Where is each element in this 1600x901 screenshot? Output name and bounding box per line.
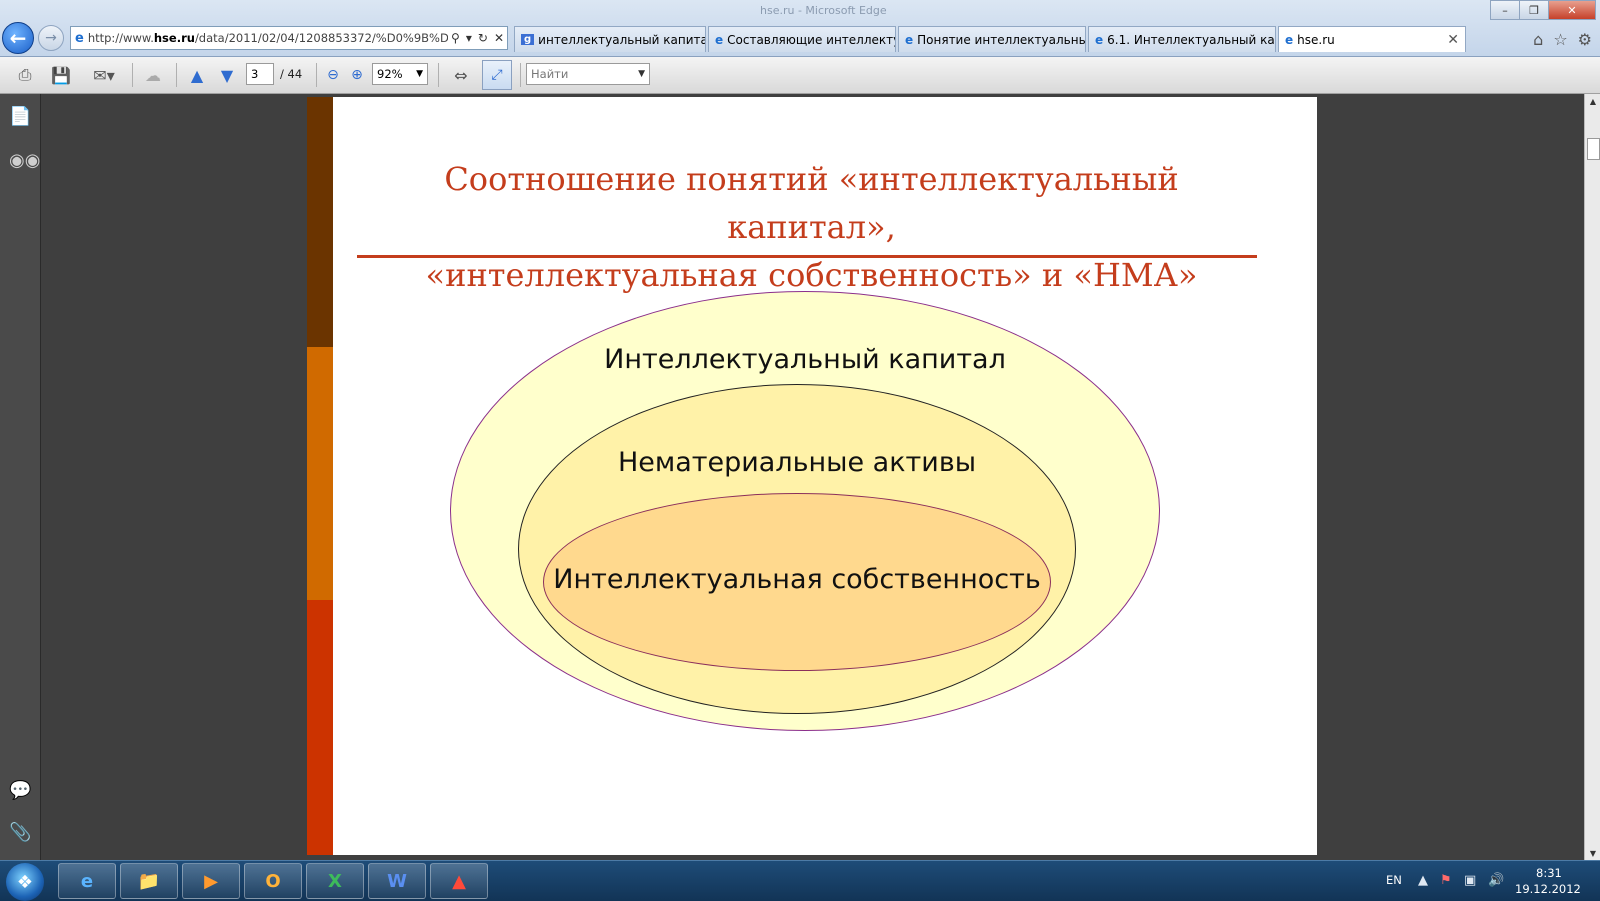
tab-components[interactable]: e Составляющие интеллектуа...	[708, 26, 896, 52]
network-icon[interactable]: ▣	[1464, 873, 1476, 888]
binoculars-icon[interactable]: ◉◉	[9, 150, 40, 171]
clock-time[interactable]: 8:31	[1536, 866, 1562, 880]
search-icon[interactable]: ⚲	[448, 31, 463, 45]
refresh-icon[interactable]: ↻	[475, 31, 491, 45]
separator	[132, 63, 133, 87]
band-bottom	[307, 600, 333, 855]
middle-ellipse-label: Нематериальные активы	[617, 447, 977, 478]
media-player-taskbar-button[interactable]: ▶	[182, 863, 240, 899]
separator	[438, 63, 439, 87]
tab-hse[interactable]: e hse.ru ✕	[1278, 26, 1466, 52]
excel-taskbar-button[interactable]: X	[306, 863, 364, 899]
browser-right-icons: ⌂ ☆ ⚙	[1533, 30, 1592, 49]
close-window-button[interactable]: ✕	[1548, 0, 1596, 20]
language-indicator[interactable]: EN	[1386, 873, 1402, 887]
flag-icon[interactable]: ⚑	[1440, 873, 1452, 888]
attachment-icon[interactable]: 📎	[9, 822, 31, 843]
chevron-down-icon[interactable]: ▼	[638, 69, 645, 79]
ie-taskbar-button[interactable]: e	[58, 863, 116, 899]
explorer-taskbar-button[interactable]: 📁	[120, 863, 178, 899]
show-hidden-icons[interactable]: ▲	[1418, 873, 1428, 888]
star-icon[interactable]: ☆	[1553, 30, 1567, 49]
inner-ellipse: Интеллектуальная собственность	[543, 493, 1051, 671]
ie-icon: e	[715, 32, 724, 47]
page-total: / 44	[280, 67, 303, 81]
separator	[176, 63, 177, 87]
ie-icon: e	[75, 30, 84, 46]
comments-icon[interactable]: 💬	[9, 780, 31, 801]
zoom-select[interactable]: 92% ▼	[372, 63, 428, 85]
page-number-input[interactable]: 3	[246, 63, 274, 85]
band-middle	[307, 347, 333, 600]
save-icon[interactable]: 💾	[48, 63, 74, 87]
vertical-scrollbar[interactable]: ▲ ▼	[1584, 94, 1600, 860]
word-taskbar-button[interactable]: W	[368, 863, 426, 899]
scroll-up-icon[interactable]: ▲	[1585, 94, 1600, 108]
tab-6-1[interactable]: e 6.1. Интеллектуальный капи...	[1088, 26, 1276, 52]
outer-ellipse-label: Интеллектуальный капитал	[604, 344, 1006, 375]
restore-button[interactable]: ❐	[1519, 0, 1549, 20]
gear-icon[interactable]: ⚙	[1578, 30, 1592, 49]
find-input[interactable]: Найти ▼	[526, 63, 650, 85]
scroll-down-icon[interactable]: ▼	[1585, 846, 1600, 860]
ie-icon: e	[1095, 32, 1104, 47]
tab-strip: g интеллектуальный капитал ... e Составл…	[514, 26, 1468, 54]
address-bar[interactable]: e http://www.hse.ru/data/2011/02/04/1208…	[70, 26, 508, 50]
home-icon[interactable]: ⌂	[1533, 30, 1543, 49]
prev-page-icon[interactable]: ▲	[184, 63, 210, 87]
outlook-taskbar-button[interactable]: O	[244, 863, 302, 899]
pages-icon[interactable]: 📄	[9, 106, 31, 127]
pdf-toolbar: ⎙ 💾 ✉▾ ☁ ▲ ▼ 3 / 44 ⊖ ⊕ 92% ▼ ⇔ ⤢ Найти ▼	[0, 57, 1600, 94]
inner-ellipse-label: Интеллектуальная собственность	[553, 564, 1041, 595]
stop-icon[interactable]: ✕	[491, 31, 507, 45]
window-title: hse.ru - Microsoft Edge	[760, 4, 887, 17]
tab-concept[interactable]: e Понятие интеллектуальный ...	[898, 26, 1086, 52]
close-tab-icon[interactable]: ✕	[1441, 32, 1459, 48]
slide-title: Соотношение понятий «интеллектуальный ка…	[425, 160, 1198, 294]
browser-chrome: hse.ru - Microsoft Edge – ❐ ✕ ← → e http…	[0, 0, 1600, 57]
zoom-out-icon[interactable]: ⊖	[322, 63, 344, 87]
scroll-thumb[interactable]	[1587, 138, 1600, 160]
back-button[interactable]: ←	[2, 22, 34, 54]
ie-icon: e	[905, 32, 914, 47]
window-controls: – ❐ ✕	[1490, 0, 1596, 20]
forward-button[interactable]: →	[38, 25, 64, 51]
windows-taskbar: ❖ e 📁 ▶ O X W ▲ EN ▲ ⚑ ▣ 🔊 8:31 19.12.20…	[0, 860, 1600, 901]
minimize-button[interactable]: –	[1490, 0, 1520, 20]
share-icon[interactable]: ✉▾	[84, 63, 124, 87]
volume-icon[interactable]: 🔊	[1488, 873, 1504, 888]
google-icon: g	[521, 34, 535, 45]
separator	[520, 63, 521, 87]
print-icon[interactable]: ⎙	[12, 63, 38, 87]
ie-icon: e	[1285, 32, 1294, 47]
zoom-in-icon[interactable]: ⊕	[346, 63, 368, 87]
separator	[316, 63, 317, 87]
comment-icon[interactable]: ☁	[140, 63, 166, 87]
chevron-down-icon: ▼	[416, 69, 423, 79]
tab-google-search[interactable]: g интеллектуальный капитал ...	[514, 26, 706, 52]
pdf-page-slide: Соотношение понятий «интеллектуальный ка…	[307, 97, 1317, 855]
pdf-navigation-pane: 📄 ◉◉ 💬 📎	[0, 94, 41, 860]
title-underline	[357, 255, 1257, 258]
fit-page-button[interactable]: ⤢	[482, 60, 512, 90]
address-url[interactable]: http://www.hse.ru/data/2011/02/04/120885…	[88, 31, 448, 45]
dropdown-icon[interactable]: ▾	[463, 31, 475, 45]
acrobat-taskbar-button[interactable]: ▲	[430, 863, 488, 899]
next-page-icon[interactable]: ▼	[214, 63, 240, 87]
start-button[interactable]: ❖	[6, 863, 44, 901]
clock-date[interactable]: 19.12.2012	[1515, 882, 1581, 896]
fit-width-icon[interactable]: ⇔	[448, 63, 474, 87]
band-top	[307, 97, 333, 347]
